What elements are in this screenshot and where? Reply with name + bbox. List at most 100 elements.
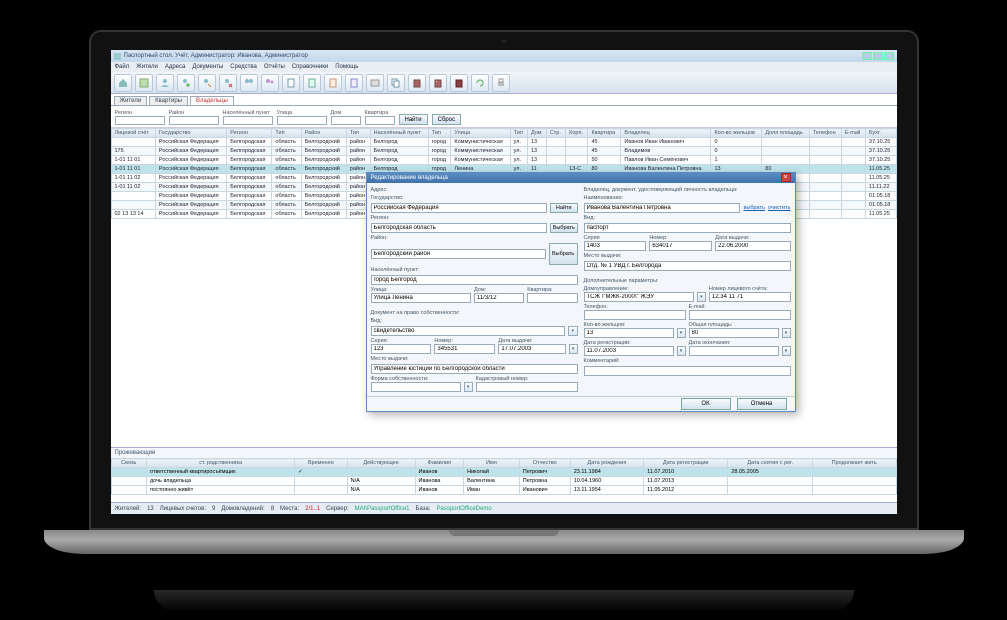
- issued-input[interactable]: [498, 344, 565, 354]
- ok-button[interactable]: ОК: [681, 398, 731, 410]
- regdate-input[interactable]: [584, 346, 674, 356]
- form-input[interactable]: [371, 326, 566, 336]
- dropdown-icon[interactable]: ▾: [568, 326, 578, 336]
- dropdown-icon[interactable]: ▾: [697, 292, 706, 302]
- country-label: Государство:: [371, 195, 578, 201]
- dropdown-icon[interactable]: ▾: [464, 382, 473, 392]
- tool-doc3-icon[interactable]: [324, 74, 342, 92]
- house-input[interactable]: [474, 293, 524, 303]
- tab-residents[interactable]: Жители: [114, 96, 148, 105]
- number-input[interactable]: [434, 344, 495, 354]
- acct-input[interactable]: [709, 292, 791, 302]
- maximize-button[interactable]: [873, 52, 883, 60]
- tool-building1-icon[interactable]: [408, 74, 426, 92]
- calendar-icon[interactable]: ▾: [569, 344, 578, 354]
- calendar-icon[interactable]: ▾: [782, 346, 791, 356]
- tool-building3-icon[interactable]: [450, 74, 468, 92]
- minimize-button[interactable]: [862, 52, 872, 60]
- menu-refs[interactable]: Справочники: [292, 64, 328, 70]
- tool-doc2-icon[interactable]: [303, 74, 321, 92]
- status-server-lbl: Сервер:: [326, 506, 348, 512]
- dialog-right-column: Владелец, документ, удостоверяющий лично…: [584, 187, 791, 392]
- filter-clear-button[interactable]: Сброс: [432, 114, 461, 125]
- filter-find-button[interactable]: Найти: [399, 114, 428, 125]
- org-input[interactable]: [584, 292, 694, 302]
- cadastre-input[interactable]: [476, 382, 578, 392]
- locality-input[interactable]: [371, 275, 578, 285]
- find-button[interactable]: Найти: [550, 203, 577, 213]
- idissued-input[interactable]: [715, 241, 790, 251]
- tool-refresh-icon[interactable]: [471, 74, 489, 92]
- tool-users-icon[interactable]: [240, 74, 258, 92]
- tool-edit-icon[interactable]: [135, 74, 153, 92]
- menu-tools[interactable]: Средства: [230, 64, 257, 70]
- dialog-close-button[interactable]: ×: [781, 173, 791, 182]
- status-db: PassportOfficeDemo: [437, 506, 492, 512]
- filter-flat[interactable]: [365, 116, 395, 125]
- pick-link[interactable]: выбрать: [743, 205, 764, 211]
- table-row[interactable]: 1-01 11 01Российская ФедерацияБелгородск…: [111, 156, 896, 165]
- idseries-input[interactable]: [584, 241, 647, 251]
- tool-doc1-icon[interactable]: [282, 74, 300, 92]
- menu-residents[interactable]: Жители: [136, 64, 158, 70]
- country-input[interactable]: [371, 203, 548, 213]
- phone-input[interactable]: [584, 310, 686, 320]
- doc-section: Документ на право собственности:: [371, 310, 578, 316]
- street-input[interactable]: [371, 293, 472, 303]
- filter-district[interactable]: [169, 116, 219, 125]
- stepper-icon[interactable]: ▾: [782, 328, 791, 338]
- menu-documents[interactable]: Документы: [192, 64, 223, 70]
- clear-link[interactable]: очистить: [768, 205, 791, 211]
- filter-locality[interactable]: [223, 116, 273, 125]
- tab-owners[interactable]: Владельцы: [190, 96, 234, 105]
- table-row[interactable]: постоянно живётN/AИвановИванИванович13.1…: [111, 486, 896, 495]
- table-row[interactable]: 175Российская ФедерацияБелгородскаяоблас…: [111, 147, 896, 156]
- series-input[interactable]: [371, 344, 432, 354]
- tab-apartments[interactable]: Квартиры: [149, 96, 188, 105]
- area-input[interactable]: [689, 328, 779, 338]
- enddate-input[interactable]: [689, 346, 779, 356]
- tool-family-icon[interactable]: [261, 74, 279, 92]
- ownform-input[interactable]: [371, 382, 461, 392]
- filter-house[interactable]: [331, 116, 361, 125]
- tool-print-icon[interactable]: [492, 74, 510, 92]
- menu-help[interactable]: Помощь: [335, 64, 358, 70]
- filter-street[interactable]: [277, 116, 327, 125]
- menu-file[interactable]: Файл: [115, 64, 130, 70]
- filter-region[interactable]: [115, 116, 165, 125]
- main-tabs: Жители Квартиры Владельцы: [111, 94, 897, 106]
- table-row[interactable]: Российская ФедерацияБелгородскаяобластьБ…: [111, 138, 896, 147]
- comment-input[interactable]: [584, 366, 791, 376]
- menu-addresses[interactable]: Адреса: [165, 64, 186, 70]
- tool-copy-icon[interactable]: [387, 74, 405, 92]
- stepper-icon[interactable]: ▾: [677, 328, 686, 338]
- table-row[interactable]: ответственный квартиросъёмщик✓ИвановНико…: [111, 468, 896, 477]
- email-input[interactable]: [689, 310, 791, 320]
- tool-doc4-icon[interactable]: [345, 74, 363, 92]
- tool-user-add-icon[interactable]: [177, 74, 195, 92]
- name-input[interactable]: [584, 203, 741, 213]
- tool-user-icon[interactable]: [156, 74, 174, 92]
- idnumber-input[interactable]: [649, 241, 712, 251]
- close-button[interactable]: [884, 52, 894, 60]
- form-label: Вид:: [371, 318, 578, 324]
- flat-input-dlg[interactable]: [527, 293, 577, 303]
- district-input[interactable]: [371, 249, 546, 259]
- idplace-input[interactable]: [584, 261, 791, 271]
- resid-input[interactable]: [584, 328, 674, 338]
- place-input[interactable]: [371, 364, 578, 374]
- table-row[interactable]: дочь владельцаN/AИвановаВалентинаПетровн…: [111, 477, 896, 486]
- tool-building2-icon[interactable]: [429, 74, 447, 92]
- detail-table[interactable]: Связьст. родственникаВременноДействующее…: [111, 458, 897, 495]
- tool-log-icon[interactable]: [366, 74, 384, 92]
- region-input[interactable]: [371, 223, 548, 233]
- idform-input[interactable]: [584, 223, 791, 233]
- menu-reports[interactable]: Отчёты: [264, 64, 285, 70]
- tool-user-remove-icon[interactable]: [219, 74, 237, 92]
- tool-house-icon[interactable]: [114, 74, 132, 92]
- tool-user-edit-icon[interactable]: [198, 74, 216, 92]
- choose-button-big[interactable]: Выбрать: [549, 243, 578, 265]
- calendar-icon[interactable]: ▾: [677, 346, 686, 356]
- cancel-button[interactable]: Отмена: [737, 398, 787, 410]
- choose-button-1[interactable]: Выбрать: [550, 223, 577, 233]
